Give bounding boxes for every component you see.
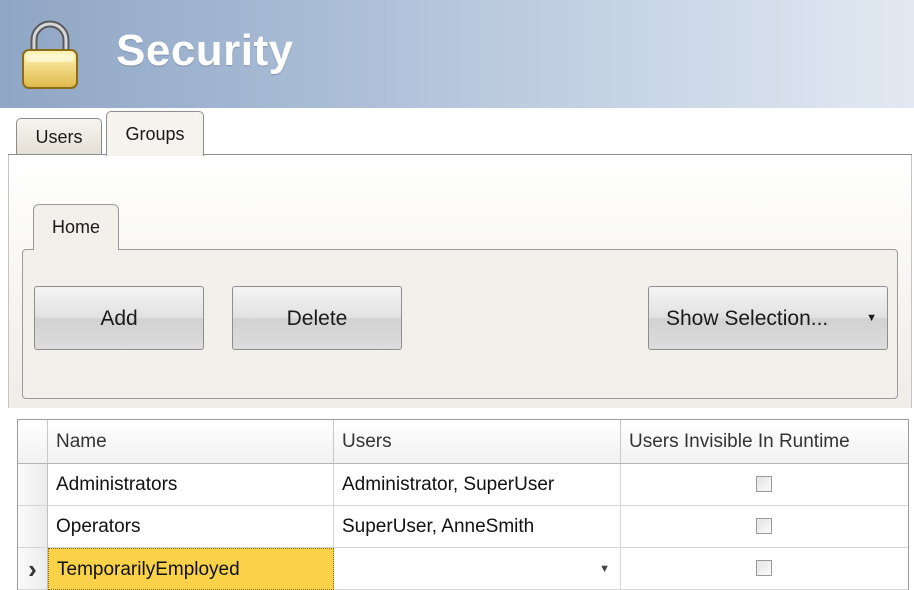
- groups-grid: Name Users Users Invisible In Runtime Ad…: [17, 419, 909, 590]
- show-selection-label: Show Selection...: [666, 307, 829, 330]
- column-header-name[interactable]: Name: [48, 420, 334, 464]
- security-header: Security: [0, 0, 914, 108]
- tab-users[interactable]: Users: [16, 118, 102, 155]
- cell-users[interactable]: Administrator, SuperUser: [334, 464, 621, 506]
- cell-users-dropdown[interactable]: ▼: [334, 548, 621, 590]
- cell-name-selected[interactable]: TemporarilyEmployed: [48, 548, 334, 590]
- current-row-indicator-icon[interactable]: ›: [18, 548, 48, 590]
- show-selection-button[interactable]: Show Selection... ▼: [648, 286, 888, 350]
- grid-corner-header: [18, 420, 48, 464]
- cell-users[interactable]: SuperUser, AnneSmith: [334, 506, 621, 548]
- tab-groups[interactable]: Groups: [106, 111, 204, 156]
- page-title: Security: [116, 26, 294, 75]
- add-button[interactable]: Add: [34, 286, 204, 350]
- users-invisible-checkbox[interactable]: [756, 560, 772, 576]
- row-indicator[interactable]: [18, 506, 48, 548]
- dropdown-arrow-icon: ▼: [866, 312, 877, 324]
- column-header-users[interactable]: Users: [334, 420, 621, 464]
- cell-name[interactable]: Operators: [48, 506, 334, 548]
- cell-name[interactable]: Administrators: [48, 464, 334, 506]
- cell-invisible[interactable]: [621, 548, 908, 590]
- cell-invisible[interactable]: [621, 506, 908, 548]
- column-header-users-invisible[interactable]: Users Invisible In Runtime: [621, 420, 908, 464]
- cell-invisible[interactable]: [621, 464, 908, 506]
- row-indicator[interactable]: [18, 464, 48, 506]
- ribbon-tab-home[interactable]: Home: [33, 204, 119, 250]
- delete-button[interactable]: Delete: [232, 286, 402, 350]
- dropdown-arrow-icon[interactable]: ▼: [599, 548, 610, 589]
- lock-icon: [22, 20, 78, 89]
- users-invisible-checkbox[interactable]: [756, 476, 772, 492]
- users-invisible-checkbox[interactable]: [756, 518, 772, 534]
